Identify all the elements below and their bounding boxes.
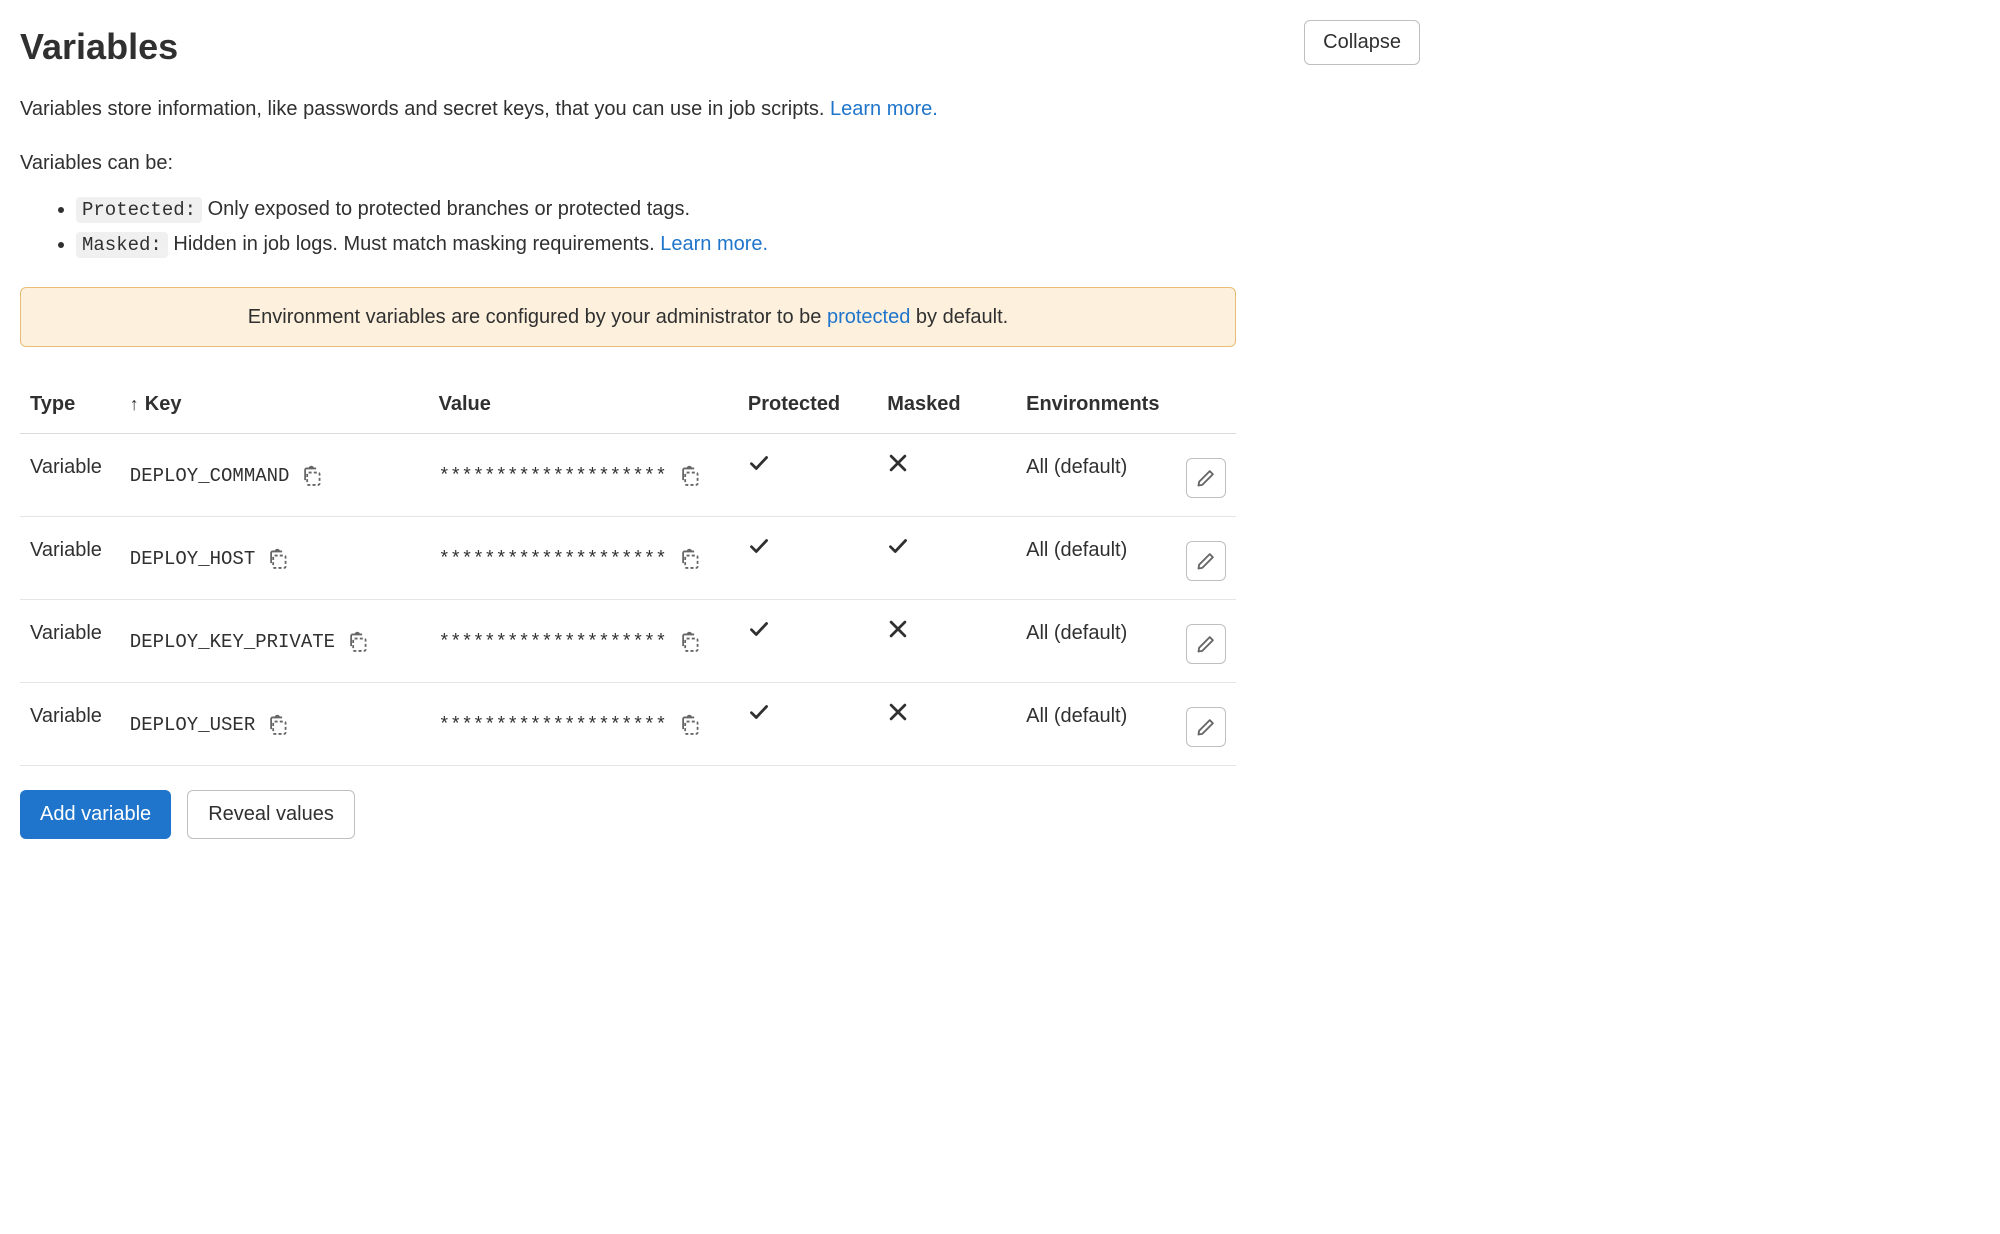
col-header-environments[interactable]: Environments: [1016, 375, 1176, 434]
close-icon: [887, 618, 909, 640]
variable-key: DEPLOY_COMMAND: [130, 462, 290, 491]
cell-environments: All (default): [1016, 683, 1176, 766]
cell-value: ********************: [429, 683, 738, 766]
sub-intro-text: Variables can be:: [20, 148, 1420, 178]
masked-desc: Hidden in job logs. Must match masking r…: [168, 233, 660, 255]
masked-pill: Masked:: [76, 232, 168, 258]
cell-type: Variable: [20, 683, 120, 766]
cell-key: DEPLOY_HOST: [120, 517, 429, 600]
cell-key: DEPLOY_USER: [120, 683, 429, 766]
edit-variable-button[interactable]: [1186, 624, 1226, 664]
pencil-icon: [1196, 717, 1216, 737]
cell-type: Variable: [20, 600, 120, 683]
alert-prefix: Environment variables are configured by …: [248, 306, 827, 328]
copy-value-icon[interactable]: [679, 714, 701, 736]
list-item: Protected: Only exposed to protected bra…: [76, 194, 1420, 225]
cell-key: DEPLOY_KEY_PRIVATE: [120, 600, 429, 683]
reveal-values-button[interactable]: Reveal values: [187, 790, 355, 839]
table-row: Variable DEPLOY_COMMAND ******************…: [20, 434, 1236, 517]
alert-protected-link[interactable]: protected: [827, 306, 910, 328]
cell-actions: [1176, 434, 1236, 517]
col-header-masked[interactable]: Masked: [877, 375, 1016, 434]
learn-more-link[interactable]: Learn more.: [830, 98, 938, 120]
edit-variable-button[interactable]: [1186, 707, 1226, 747]
copy-key-icon[interactable]: [267, 714, 289, 736]
variable-key: DEPLOY_USER: [130, 711, 255, 740]
col-header-value[interactable]: Value: [429, 375, 738, 434]
cell-masked: [877, 434, 1016, 517]
close-icon: [887, 452, 909, 474]
protected-desc: Only exposed to protected branches or pr…: [202, 198, 690, 220]
variables-table: Type ↑ Key Value Protected Masked Environ…: [20, 375, 1236, 766]
cell-environments: All (default): [1016, 517, 1176, 600]
add-variable-button[interactable]: Add variable: [20, 790, 171, 839]
check-icon: [748, 618, 770, 640]
cell-actions: [1176, 683, 1236, 766]
table-row: Variable DEPLOY_USER ******************** A…: [20, 683, 1236, 766]
col-header-key[interactable]: ↑ Key: [120, 375, 429, 434]
check-icon: [748, 701, 770, 723]
copy-key-icon[interactable]: [301, 465, 323, 487]
masked-learn-more-link[interactable]: Learn more.: [660, 233, 768, 255]
protected-pill: Protected:: [76, 197, 202, 223]
cell-value: ********************: [429, 434, 738, 517]
cell-type: Variable: [20, 517, 120, 600]
intro-text-body: Variables store information, like passwo…: [20, 98, 830, 120]
copy-value-icon[interactable]: [679, 548, 701, 570]
intro-text: Variables store information, like passwo…: [20, 94, 1420, 124]
edit-variable-button[interactable]: [1186, 541, 1226, 581]
variable-value-masked: ********************: [439, 545, 667, 574]
pencil-icon: [1196, 468, 1216, 488]
variable-value-masked: ********************: [439, 628, 667, 657]
sort-asc-icon: ↑: [130, 391, 139, 418]
cell-actions: [1176, 517, 1236, 600]
close-icon: [887, 701, 909, 723]
collapse-button[interactable]: Collapse: [1304, 20, 1420, 65]
cell-environments: All (default): [1016, 600, 1176, 683]
cell-key: DEPLOY_COMMAND: [120, 434, 429, 517]
edit-variable-button[interactable]: [1186, 458, 1226, 498]
cell-masked: [877, 683, 1016, 766]
page-title: Variables: [20, 20, 178, 74]
cell-actions: [1176, 600, 1236, 683]
cell-protected: [738, 600, 877, 683]
pencil-icon: [1196, 634, 1216, 654]
admin-default-alert: Environment variables are configured by …: [20, 287, 1236, 347]
cell-value: ********************: [429, 600, 738, 683]
check-icon: [887, 535, 909, 557]
variable-key: DEPLOY_HOST: [130, 545, 255, 574]
check-icon: [748, 535, 770, 557]
variable-value-masked: ********************: [439, 462, 667, 491]
cell-protected: [738, 434, 877, 517]
table-row: Variable DEPLOY_KEY_PRIVATE **************…: [20, 600, 1236, 683]
copy-key-icon[interactable]: [347, 631, 369, 653]
copy-value-icon[interactable]: [679, 631, 701, 653]
cell-masked: [877, 517, 1016, 600]
variable-key: DEPLOY_KEY_PRIVATE: [130, 628, 335, 657]
pencil-icon: [1196, 551, 1216, 571]
col-header-key-label: Key: [145, 393, 182, 415]
cell-value: ********************: [429, 517, 738, 600]
col-header-protected[interactable]: Protected: [738, 375, 877, 434]
alert-suffix: by default.: [910, 306, 1008, 328]
cell-type: Variable: [20, 434, 120, 517]
variable-value-masked: ********************: [439, 711, 667, 740]
copy-key-icon[interactable]: [267, 548, 289, 570]
table-row: Variable DEPLOY_HOST ******************** A…: [20, 517, 1236, 600]
cell-protected: [738, 517, 877, 600]
cell-protected: [738, 683, 877, 766]
col-header-type[interactable]: Type: [20, 375, 120, 434]
cell-environments: All (default): [1016, 434, 1176, 517]
list-item: Masked: Hidden in job logs. Must match m…: [76, 229, 1420, 260]
copy-value-icon[interactable]: [679, 465, 701, 487]
check-icon: [748, 452, 770, 474]
variable-attribute-list: Protected: Only exposed to protected bra…: [20, 194, 1420, 259]
cell-masked: [877, 600, 1016, 683]
